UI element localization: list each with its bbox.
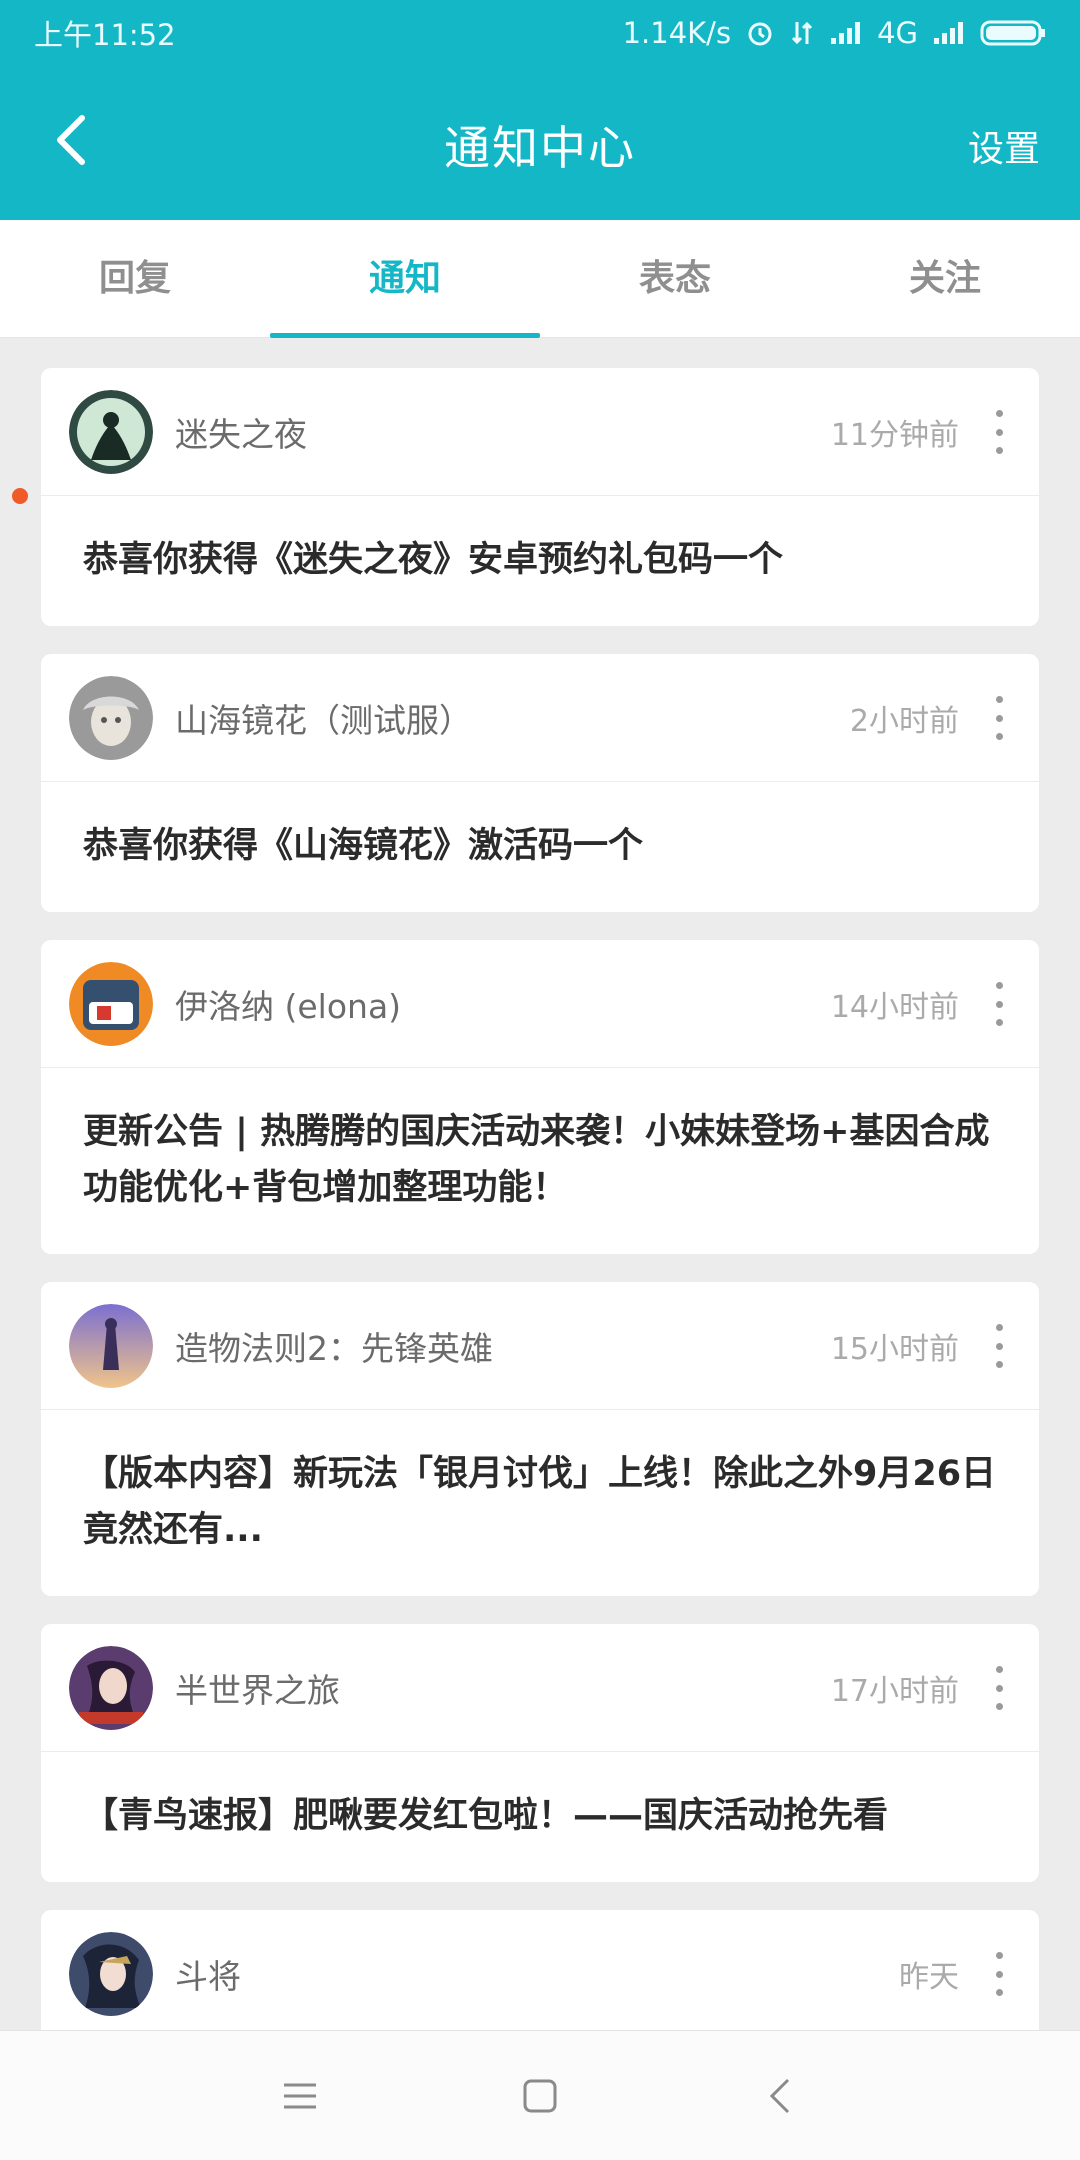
notification-time: 2小时前 [849,704,959,739]
menu-icon [284,2083,316,2108]
notification-card[interactable]: 造物法则2：先锋英雄 15小时前 【版本内容】新玩法「银月讨伐」上线！除此之外9… [41,1282,1039,1596]
notification-card[interactable]: 山海镜花（测试服） 2小时前 恭喜你获得《山海镜花》激活码一个 [41,654,1039,912]
card-header: 半世界之旅 17小时前 [41,1624,1039,1752]
card-header: 造物法则2：先锋英雄 15小时前 [41,1282,1039,1410]
notification-card[interactable]: 半世界之旅 17小时前 【青鸟速报】肥啾要发红包啦！——国庆活动抢先看 [41,1624,1039,1882]
chevron-left-icon [769,2078,790,2113]
app-name: 山海镜花（测试服） [175,701,472,740]
system-back-button[interactable] [750,2066,810,2126]
notification-time: 11分钟前 [830,418,959,453]
tab-replies[interactable]: 回复 [0,220,270,337]
page-title: 通知中心 [444,121,636,175]
app-name: 迷失之夜 [175,415,307,454]
unread-indicator [12,488,28,504]
app-name: 伊洛纳 (elona) [175,987,402,1026]
card-header: 山海镜花（测试服） 2小时前 [41,654,1039,782]
app-name: 半世界之旅 [175,1671,340,1710]
app-name: 斗将 [175,1957,241,1996]
data-transfer-icon [792,21,813,45]
notification-card[interactable]: 斗将 昨天 [41,1910,1039,2050]
more-options-icon[interactable] [993,1666,1005,1710]
card-header: 伊洛纳 (elona) 14小时前 [41,940,1039,1068]
nav-bar: 通知中心 设置 [0,86,1080,196]
app-avatar [69,1932,153,2016]
signal-icon-2 [934,22,963,44]
signal-icon [831,22,861,44]
notification-message: 恭喜你获得《迷失之夜》安卓预约礼包码一个 [83,540,784,580]
status-bar: 上午11:52 1.14K/s 4G [0,0,1080,66]
tab-follows[interactable]: 关注 [810,220,1080,337]
app-avatar [69,1646,153,1730]
card-header: 迷失之夜 11分钟前 [41,368,1039,496]
notification-card[interactable]: 伊洛纳 (elona) 14小时前 更新公告 | 热腾腾的国庆活动来袭！小妹妹登… [41,940,1039,1254]
notification-message: 恭喜你获得《山海镜花》激活码一个 [83,826,644,866]
notification-time: 15小时前 [830,1332,959,1367]
app-name: 造物法则2：先锋英雄 [175,1329,493,1368]
system-navigation-bar [0,2030,1080,2160]
notification-card[interactable]: 迷失之夜 11分钟前 恭喜你获得《迷失之夜》安卓预约礼包码一个 [41,368,1039,626]
card-header: 斗将 昨天 [41,1910,1039,2038]
notification-time: 昨天 [899,1960,959,1995]
menu-button[interactable] [270,2066,330,2126]
more-options-icon[interactable] [993,410,1005,454]
app-header: 上午11:52 1.14K/s 4G 通知中心 设置 [0,0,1080,220]
status-icons: 1.14K/s 4G [623,16,1046,50]
status-time: 上午11:52 [34,18,176,52]
more-options-icon[interactable] [993,1952,1005,1996]
notification-time: 14小时前 [830,990,959,1025]
alarm-icon [748,22,772,46]
network-speed: 1.14K/s [622,16,732,50]
app-avatar [69,390,153,474]
more-options-icon[interactable] [993,982,1005,1026]
notification-time: 17小时前 [830,1674,959,1709]
more-options-icon[interactable] [993,696,1005,740]
tab-bar: 回复 通知 表态 关注 [0,220,1080,338]
home-icon [523,2079,557,2112]
app-avatar [69,1304,153,1388]
battery-icon [980,20,1045,46]
network-type: 4G [877,16,918,50]
settings-button[interactable]: 设置 [968,120,1040,172]
notification-message: 更新公告 | 热腾腾的国庆活动来袭！小妹妹登场+基因合成功能优化+背包增加整理功… [83,1112,990,1208]
app-avatar [69,676,153,760]
app-avatar [69,962,153,1046]
notification-message: 【青鸟速报】肥啾要发红包啦！——国庆活动抢先看 [83,1796,889,1836]
more-options-icon[interactable] [993,1324,1005,1368]
tab-reactions[interactable]: 表态 [540,220,810,337]
notification-message: 【版本内容】新玩法「银月讨伐」上线！除此之外9月26日竟然还有... [83,1454,997,1550]
home-button[interactable] [510,2066,570,2126]
tab-notifications[interactable]: 通知 [270,220,540,338]
